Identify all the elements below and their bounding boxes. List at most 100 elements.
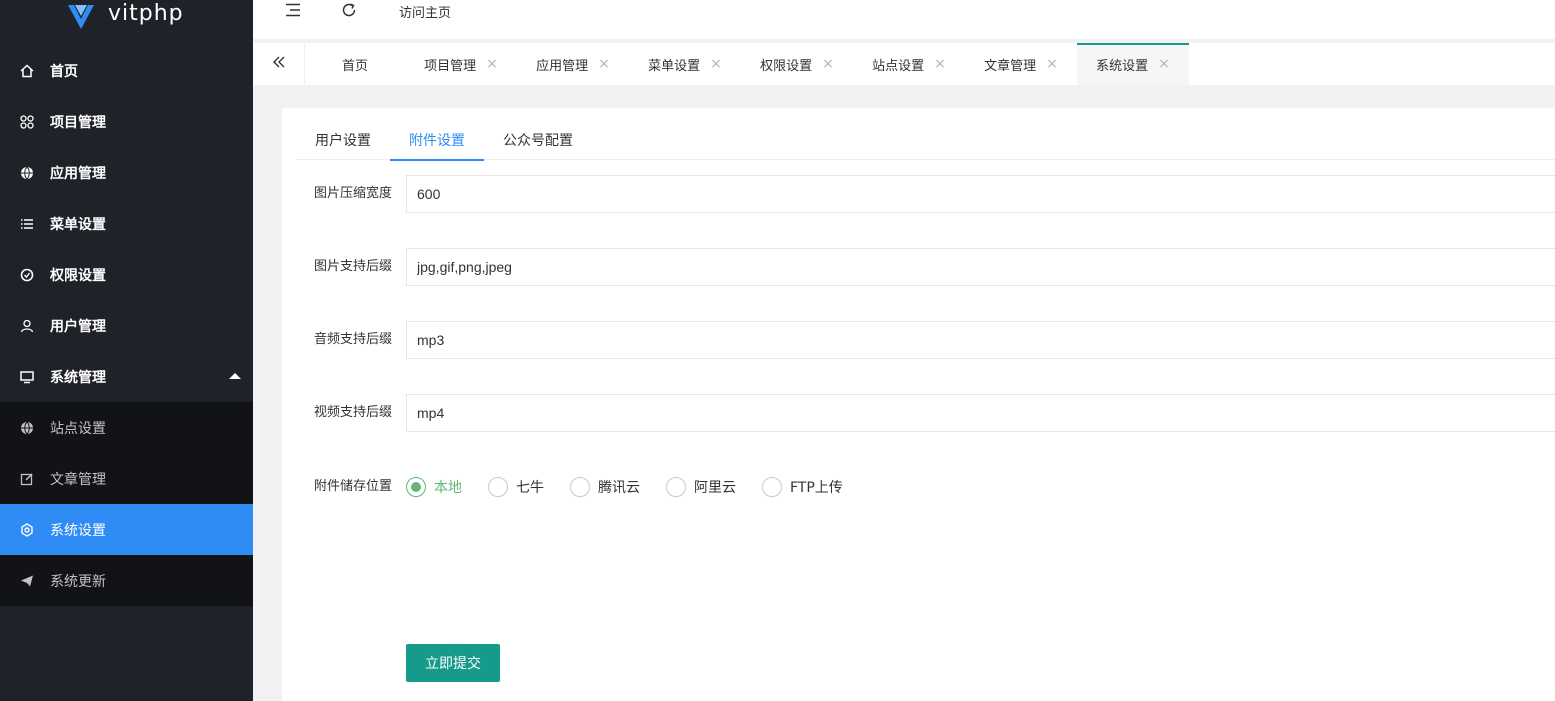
top-header: 访问主页 bbox=[253, 0, 1555, 40]
tab-site-settings[interactable]: 站点设置 × bbox=[853, 43, 965, 85]
sidebar-item-label: 菜单设置 bbox=[50, 216, 106, 233]
sidebar-item-label: 系统设置 bbox=[50, 522, 106, 539]
sidebar-item-system[interactable]: 系统管理 bbox=[0, 351, 253, 402]
sidebar-item-site-settings[interactable]: 站点设置 bbox=[0, 402, 253, 453]
sidebar-item-home[interactable]: 首页 bbox=[0, 45, 253, 96]
nav-submenu: 站点设置 文章管理 系统设置 系统更新 bbox=[0, 402, 253, 606]
refresh-button[interactable] bbox=[339, 0, 359, 24]
tab-label: 系统设置 bbox=[1096, 58, 1149, 74]
radio-label: 阿里云 bbox=[694, 480, 736, 496]
sidebar: vitphp 首页 项目管理 应用管理 菜单设置 权限设置 用户管理 系统管理 … bbox=[0, 0, 253, 701]
tab-label: 权限设置 bbox=[760, 58, 813, 74]
sidebar-item-users[interactable]: 用户管理 bbox=[0, 300, 253, 351]
storage-radio-tencent[interactable]: 腾讯云 bbox=[570, 477, 640, 497]
image-width-input[interactable] bbox=[406, 175, 1555, 213]
radio-unchecked-icon bbox=[488, 477, 508, 497]
double-chevron-left-icon bbox=[272, 55, 286, 73]
tab-permissions[interactable]: 权限设置 × bbox=[741, 43, 853, 85]
image-width-label: 图片压缩宽度 bbox=[313, 186, 392, 201]
radio-label: 本地 bbox=[434, 480, 462, 496]
subtab-attachment-settings[interactable]: 附件设置 bbox=[390, 120, 484, 161]
edit-icon bbox=[20, 472, 34, 486]
sidebar-item-label: 文章管理 bbox=[50, 471, 106, 488]
storage-radio-aliyun[interactable]: 阿里云 bbox=[666, 477, 736, 497]
page-tabs-bar: 首页 项目管理 × 应用管理 × 菜单设置 × 权限设置 × 站点设置 × 文章… bbox=[253, 43, 1555, 85]
close-icon[interactable]: × bbox=[1046, 56, 1058, 72]
tabs-scroll-left-button[interactable] bbox=[253, 43, 305, 85]
subtab-label: 公众号配置 bbox=[503, 133, 573, 149]
storage-radio-local[interactable]: 本地 bbox=[406, 477, 462, 497]
apps-icon bbox=[20, 114, 34, 129]
shield-icon bbox=[20, 268, 34, 282]
radio-unchecked-icon bbox=[666, 477, 686, 497]
tab-projects[interactable]: 项目管理 × bbox=[405, 43, 517, 85]
storage-radio-qiniu[interactable]: 七牛 bbox=[488, 477, 544, 497]
tab-label: 项目管理 bbox=[424, 58, 477, 74]
close-icon[interactable]: × bbox=[934, 56, 946, 72]
tab-label: 站点设置 bbox=[872, 58, 925, 74]
close-icon[interactable]: × bbox=[486, 56, 498, 72]
sidebar-item-permissions[interactable]: 权限设置 bbox=[0, 249, 253, 300]
tab-apps[interactable]: 应用管理 × bbox=[517, 43, 629, 85]
globe-icon bbox=[20, 421, 34, 435]
sidebar-item-system-settings[interactable]: 系统设置 bbox=[0, 504, 253, 555]
sidebar-item-label: 应用管理 bbox=[50, 165, 106, 182]
video-ext-input[interactable] bbox=[406, 394, 1555, 432]
tab-label: 菜单设置 bbox=[648, 58, 701, 74]
close-icon[interactable]: × bbox=[1158, 56, 1170, 72]
tab-articles[interactable]: 文章管理 × bbox=[965, 43, 1077, 85]
logo-icon bbox=[68, 4, 94, 29]
gear-icon bbox=[20, 522, 34, 537]
sidebar-item-label: 首页 bbox=[50, 63, 78, 80]
sidebar-item-articles[interactable]: 文章管理 bbox=[0, 453, 253, 504]
storage-radio-ftp[interactable]: FTP上传 bbox=[762, 477, 843, 497]
image-ext-label: 图片支持后缀 bbox=[313, 259, 392, 274]
subtab-label: 用户设置 bbox=[315, 133, 371, 149]
audio-ext-input[interactable] bbox=[406, 321, 1555, 359]
radio-unchecked-icon bbox=[762, 477, 782, 497]
list-icon bbox=[20, 217, 34, 231]
chevron-up-icon bbox=[229, 373, 241, 379]
audio-ext-label: 音频支持后缀 bbox=[313, 332, 392, 347]
radio-label: 腾讯云 bbox=[598, 480, 640, 496]
video-ext-label: 视频支持后缀 bbox=[313, 405, 392, 420]
tab-label: 应用管理 bbox=[536, 58, 589, 74]
tab-label: 文章管理 bbox=[984, 58, 1037, 74]
subtab-user-settings[interactable]: 用户设置 bbox=[296, 120, 390, 160]
tab-home[interactable]: 首页 bbox=[305, 43, 405, 85]
logo[interactable]: vitphp bbox=[0, 0, 253, 45]
visit-home-link[interactable]: 访问主页 bbox=[399, 2, 451, 21]
close-icon[interactable]: × bbox=[710, 56, 722, 72]
menu-toggle-button[interactable] bbox=[283, 0, 303, 24]
storage-label: 附件储存位置 bbox=[313, 479, 392, 494]
sidebar-item-apps[interactable]: 应用管理 bbox=[0, 147, 253, 198]
nav-menu: 首页 项目管理 应用管理 菜单设置 权限设置 用户管理 系统管理 bbox=[0, 45, 253, 402]
monitor-icon bbox=[20, 370, 34, 384]
globe-icon bbox=[20, 166, 34, 180]
tab-label: 首页 bbox=[341, 58, 368, 74]
hamburger-icon bbox=[285, 3, 301, 21]
refresh-icon bbox=[341, 2, 357, 22]
image-ext-input[interactable] bbox=[406, 248, 1555, 286]
sidebar-item-label: 权限设置 bbox=[50, 267, 106, 284]
submit-button[interactable]: 立即提交 bbox=[406, 644, 500, 682]
tab-menu[interactable]: 菜单设置 × bbox=[629, 43, 741, 85]
radio-unchecked-icon bbox=[570, 477, 590, 497]
subtab-wechat-config[interactable]: 公众号配置 bbox=[484, 120, 592, 160]
sidebar-item-label: 站点设置 bbox=[50, 420, 106, 437]
sidebar-item-label: 用户管理 bbox=[50, 318, 106, 335]
user-icon bbox=[20, 319, 34, 333]
close-icon[interactable]: × bbox=[598, 56, 610, 72]
subtab-label: 附件设置 bbox=[409, 133, 465, 149]
tab-system-settings[interactable]: 系统设置 × bbox=[1077, 43, 1189, 85]
sidebar-item-system-update[interactable]: 系统更新 bbox=[0, 555, 253, 606]
tabs: 首页 项目管理 × 应用管理 × 菜单设置 × 权限设置 × 站点设置 × 文章… bbox=[305, 43, 1189, 85]
send-icon bbox=[20, 574, 34, 588]
radio-label: FTP上传 bbox=[790, 480, 843, 496]
app-name: vitphp bbox=[108, 1, 184, 26]
sidebar-item-projects[interactable]: 项目管理 bbox=[0, 96, 253, 147]
sidebar-item-label: 系统管理 bbox=[50, 369, 106, 386]
sidebar-item-menu[interactable]: 菜单设置 bbox=[0, 198, 253, 249]
close-icon[interactable]: × bbox=[822, 56, 834, 72]
radio-label: 七牛 bbox=[516, 480, 544, 496]
